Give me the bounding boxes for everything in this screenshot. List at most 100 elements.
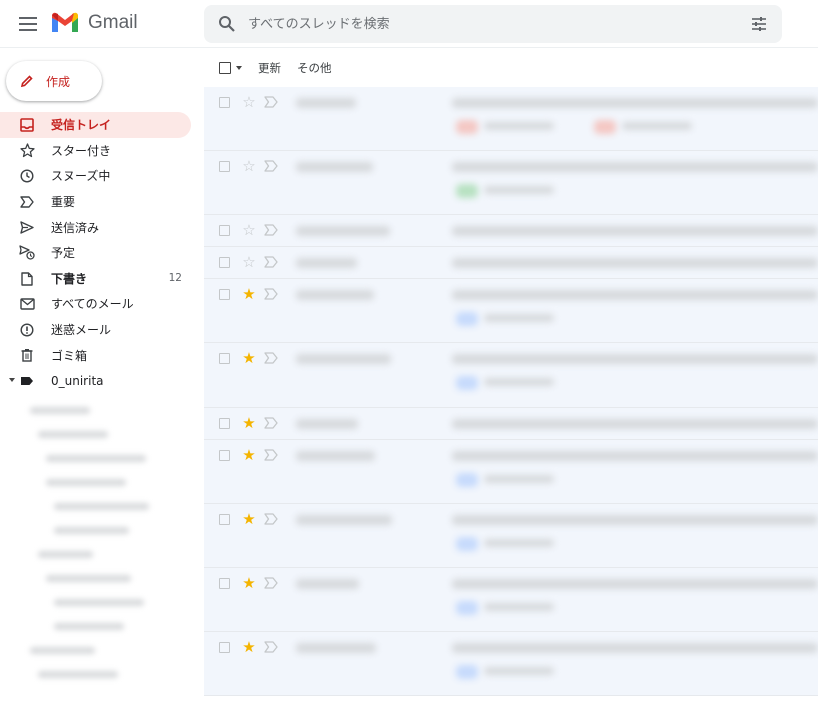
folder-nav: 受信トレイ スター付き スヌーズ中 重要 送信済み 予定 下書き 12 すべての… bbox=[0, 112, 204, 394]
main-menu-button[interactable] bbox=[14, 13, 42, 35]
blurred-message-content bbox=[204, 343, 818, 407]
star-outline-icon[interactable]: ☆ bbox=[240, 221, 258, 239]
expand-caret-icon[interactable] bbox=[9, 377, 15, 382]
message-row[interactable]: ☆ bbox=[204, 215, 818, 247]
star-filled-icon[interactable]: ★ bbox=[240, 414, 258, 432]
sidebar-item-trash[interactable]: ゴミ箱 bbox=[0, 342, 191, 368]
message-checkbox[interactable] bbox=[219, 257, 230, 268]
search-input[interactable] bbox=[248, 12, 708, 36]
message-row[interactable]: ★ bbox=[204, 279, 818, 343]
sidebar-item-label: 0_unirita bbox=[51, 373, 104, 388]
star-filled-icon[interactable]: ★ bbox=[240, 446, 258, 464]
important-marker-icon[interactable] bbox=[264, 414, 280, 432]
sidebar-item-inbox[interactable]: 受信トレイ bbox=[0, 112, 191, 138]
app-name: Gmail bbox=[88, 11, 138, 33]
refresh-button[interactable]: 更新 bbox=[258, 60, 281, 76]
sidebar-item-scheduled[interactable]: 予定 bbox=[0, 240, 191, 266]
important-marker-icon[interactable] bbox=[264, 574, 280, 592]
star-outline-icon[interactable]: ☆ bbox=[240, 93, 258, 111]
important-marker-icon[interactable] bbox=[264, 157, 280, 175]
star-filled-icon[interactable]: ★ bbox=[240, 510, 258, 528]
top-bar: Gmail bbox=[0, 0, 818, 48]
important-marker-icon[interactable] bbox=[264, 349, 280, 367]
sidebar-item-sent[interactable]: 送信済み bbox=[0, 214, 191, 240]
message-checkbox[interactable] bbox=[219, 578, 230, 589]
sidebar-item-label: すべてのメール bbox=[51, 297, 134, 312]
message-checkbox[interactable] bbox=[219, 450, 230, 461]
message-checkbox[interactable] bbox=[219, 642, 230, 653]
list-toolbar: 更新 その他 bbox=[204, 48, 818, 87]
message-checkbox[interactable] bbox=[219, 418, 230, 429]
sidebar-item-label: 迷惑メール bbox=[51, 323, 112, 338]
clock-icon bbox=[19, 168, 35, 184]
message-checkbox[interactable] bbox=[219, 514, 230, 525]
message-row[interactable]: ☆ bbox=[204, 247, 818, 279]
important-marker-icon[interactable] bbox=[264, 510, 280, 528]
star-filled-icon[interactable]: ★ bbox=[240, 349, 258, 367]
draft-count: 12 bbox=[168, 272, 182, 285]
gmail-m-icon bbox=[52, 12, 78, 32]
message-row[interactable]: ☆ bbox=[204, 87, 818, 151]
select-dropdown-icon[interactable] bbox=[236, 66, 242, 70]
important-marker-icon[interactable] bbox=[264, 446, 280, 464]
sidebar-item-important[interactable]: 重要 bbox=[0, 189, 191, 215]
blurred-message-content bbox=[204, 408, 818, 439]
important-marker-icon[interactable] bbox=[264, 285, 280, 303]
important-marker-icon[interactable] bbox=[264, 221, 280, 239]
scheduled-icon bbox=[19, 245, 35, 261]
blurred-message-content bbox=[204, 215, 818, 246]
sidebar: 作成 受信トレイ スター付き スヌーズ中 重要 送信済み 予定 下書き 12 す… bbox=[0, 48, 204, 701]
search-options-icon[interactable] bbox=[750, 15, 768, 33]
sidebar-item-starred[interactable]: スター付き bbox=[0, 138, 191, 164]
sidebar-item-label-unirita[interactable]: 0_unirita bbox=[0, 368, 191, 394]
compose-button[interactable]: 作成 bbox=[6, 61, 102, 101]
important-marker-icon[interactable] bbox=[264, 638, 280, 656]
spam-icon bbox=[19, 322, 35, 338]
trash-icon bbox=[19, 347, 35, 363]
sidebar-item-spam[interactable]: 迷惑メール bbox=[0, 317, 191, 343]
message-row[interactable]: ☆ bbox=[204, 151, 818, 215]
sidebar-item-label: 受信トレイ bbox=[51, 118, 112, 133]
star-outline-icon[interactable]: ☆ bbox=[240, 157, 258, 175]
important-marker-icon[interactable] bbox=[264, 253, 280, 271]
blurred-message-content bbox=[204, 440, 818, 503]
message-checkbox[interactable] bbox=[219, 353, 230, 364]
select-all-checkbox[interactable] bbox=[219, 62, 231, 74]
important-icon bbox=[19, 194, 35, 210]
search-icon[interactable] bbox=[218, 15, 236, 33]
star-filled-icon[interactable]: ★ bbox=[240, 285, 258, 303]
sidebar-item-drafts[interactable]: 下書き 12 bbox=[0, 266, 191, 292]
message-row[interactable]: ★ bbox=[204, 568, 818, 632]
label-icon bbox=[19, 373, 35, 389]
sidebar-item-all-mail[interactable]: すべてのメール bbox=[0, 291, 191, 317]
message-row[interactable]: ★ bbox=[204, 408, 818, 440]
message-row[interactable]: ★ bbox=[204, 632, 818, 696]
sidebar-item-label: スヌーズ中 bbox=[51, 169, 111, 184]
important-marker-icon[interactable] bbox=[264, 93, 280, 111]
sidebar-item-label: 送信済み bbox=[51, 220, 100, 235]
star-filled-icon[interactable]: ★ bbox=[240, 638, 258, 656]
blurred-message-content bbox=[204, 151, 818, 214]
more-button[interactable]: その他 bbox=[297, 60, 332, 76]
message-checkbox[interactable] bbox=[219, 161, 230, 172]
message-row[interactable]: ★ bbox=[204, 440, 818, 504]
sidebar-item-snoozed[interactable]: スヌーズ中 bbox=[0, 163, 191, 189]
gmail-logo[interactable]: Gmail bbox=[50, 11, 138, 34]
message-checkbox[interactable] bbox=[219, 97, 230, 108]
pencil-icon bbox=[20, 75, 33, 88]
blurred-message-content bbox=[204, 87, 818, 150]
send-icon bbox=[19, 219, 35, 235]
star-outline-icon[interactable]: ☆ bbox=[240, 253, 258, 271]
sidebar-item-label: 重要 bbox=[51, 195, 76, 210]
blurred-message-content bbox=[204, 247, 818, 278]
message-checkbox[interactable] bbox=[219, 225, 230, 236]
mail-icon bbox=[19, 296, 35, 312]
message-row[interactable]: ★ bbox=[204, 343, 818, 408]
message-checkbox[interactable] bbox=[219, 289, 230, 300]
star-filled-icon[interactable]: ★ bbox=[240, 574, 258, 592]
blurred-sublabels bbox=[0, 395, 204, 701]
sidebar-item-label: スター付き bbox=[51, 143, 112, 158]
message-row[interactable]: ★ bbox=[204, 504, 818, 568]
inbox-icon bbox=[19, 117, 35, 133]
blurred-message-content bbox=[204, 279, 818, 342]
